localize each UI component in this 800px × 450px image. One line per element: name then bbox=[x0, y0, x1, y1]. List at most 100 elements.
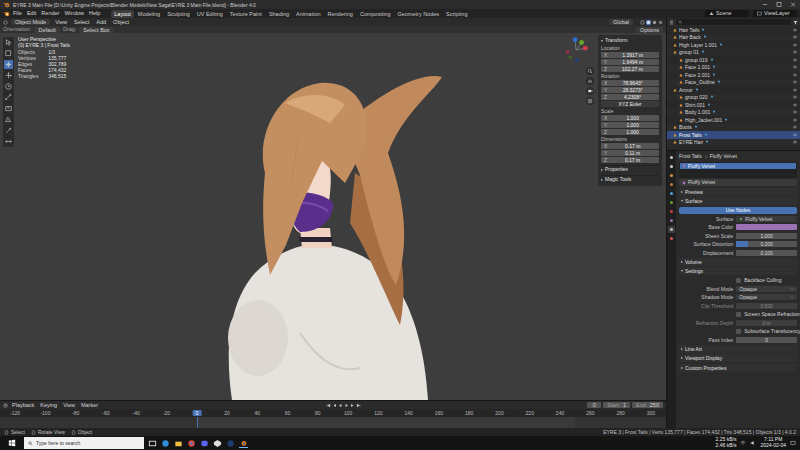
panel-header[interactable]: Viewport Display bbox=[679, 354, 797, 362]
number-field[interactable]: X 0.17 m bbox=[601, 143, 659, 149]
options-dropdown[interactable]: Options bbox=[636, 27, 663, 33]
timeline-menu[interactable]: Playback bbox=[10, 402, 36, 409]
material-shading-icon[interactable] bbox=[652, 20, 657, 25]
number-field[interactable]: Z 102.27 m bbox=[601, 66, 659, 72]
outliner-row[interactable]: Armor bbox=[667, 86, 800, 94]
visibility-eye-icon[interactable] bbox=[793, 73, 797, 77]
zoom-icon[interactable] bbox=[586, 67, 594, 75]
outliner-row[interactable]: group 020 bbox=[667, 94, 800, 102]
tool-icon[interactable] bbox=[4, 93, 13, 102]
tool-icon[interactable] bbox=[4, 137, 13, 146]
breadcrumb-item[interactable]: Fluffy Velvet bbox=[710, 153, 737, 160]
number-field[interactable]: X 1.3917 m bbox=[601, 52, 659, 58]
playhead[interactable]: 0 bbox=[192, 410, 201, 416]
workspace-tab[interactable]: Rendering bbox=[325, 10, 356, 18]
workspace-tab[interactable]: Animation bbox=[293, 10, 323, 18]
drag-dropdown[interactable]: Select Box bbox=[79, 27, 113, 33]
viewport-menu[interactable]: Select bbox=[72, 19, 91, 26]
menu-item[interactable]: Window bbox=[62, 10, 86, 17]
properties-tab-icon[interactable] bbox=[668, 172, 675, 179]
clock-icon[interactable] bbox=[3, 403, 8, 408]
number-field[interactable]: 0 bbox=[736, 337, 797, 343]
properties-tab-icon[interactable] bbox=[668, 154, 675, 161]
timeline-menu[interactable]: Marker bbox=[79, 402, 100, 409]
panel-header[interactable]: Custom Properties bbox=[679, 364, 797, 372]
workspace-tab[interactable]: Shading bbox=[266, 10, 292, 18]
properties-tab-icon[interactable] bbox=[668, 163, 675, 170]
visibility-eye-icon[interactable] bbox=[793, 58, 797, 62]
checkbox[interactable] bbox=[736, 278, 741, 283]
workspace-tab[interactable]: Layout bbox=[111, 10, 134, 18]
panel-header[interactable]: Magic Tools bbox=[601, 175, 659, 183]
tool-icon[interactable] bbox=[4, 115, 13, 124]
tool-icon[interactable] bbox=[4, 49, 13, 58]
material-datablock-field[interactable]: Fluffy Velvet bbox=[679, 179, 797, 186]
menu-item[interactable]: File bbox=[11, 10, 24, 17]
workspace-tab[interactable]: Modeling bbox=[135, 10, 163, 18]
menu-item[interactable]: Render bbox=[39, 10, 61, 17]
number-field[interactable]: Y 1.000 bbox=[601, 122, 659, 128]
outliner-row[interactable]: Hair Tails bbox=[667, 26, 800, 34]
viewport-menu[interactable]: Object bbox=[111, 19, 131, 26]
visibility-eye-icon[interactable] bbox=[793, 50, 797, 54]
color-field[interactable] bbox=[736, 224, 797, 230]
editor-type-icon[interactable] bbox=[3, 20, 8, 25]
number-field[interactable]: X 1.000 bbox=[601, 115, 659, 121]
jump-end-icon[interactable] bbox=[356, 403, 361, 408]
visibility-eye-icon[interactable] bbox=[793, 65, 797, 69]
outliner-row[interactable]: High_Jacket.001 bbox=[667, 116, 800, 124]
next-key-icon[interactable] bbox=[350, 403, 355, 408]
checkbox-row[interactable]: Backface Culling bbox=[679, 277, 797, 284]
grid-icon[interactable] bbox=[586, 97, 594, 105]
visibility-eye-icon[interactable] bbox=[793, 125, 797, 129]
filter-icon[interactable] bbox=[793, 20, 798, 25]
prev-key-icon[interactable] bbox=[332, 403, 337, 408]
solid-shading-icon[interactable] bbox=[646, 20, 651, 25]
visibility-eye-icon[interactable] bbox=[793, 110, 797, 114]
current-frame-field[interactable]: 0 bbox=[587, 402, 601, 408]
outliner-row[interactable]: Face_Outline bbox=[667, 79, 800, 87]
view-layer-selector[interactable]: ViewLayer bbox=[753, 10, 797, 17]
play-reverse-icon[interactable] bbox=[338, 403, 343, 408]
rendered-shading-icon[interactable] bbox=[658, 20, 663, 25]
navigation-gizmo-icon[interactable] bbox=[562, 36, 590, 64]
checkbox[interactable] bbox=[736, 312, 741, 317]
outliner-row[interactable]: Hair Back bbox=[667, 34, 800, 42]
properties-tab-icon[interactable] bbox=[668, 208, 675, 215]
link-field[interactable]: Fluffy Velvet bbox=[736, 216, 797, 222]
viewport-menu[interactable]: View bbox=[53, 19, 69, 26]
tool-icon[interactable] bbox=[4, 71, 13, 80]
tool-icon[interactable] bbox=[4, 38, 13, 47]
outliner-row[interactable]: group 019 bbox=[667, 56, 800, 64]
3d-viewport[interactable]: User Perspective(0) EYRE 3 | Frost Tails… bbox=[0, 33, 666, 400]
workspace-tab[interactable]: Geometry Nodes bbox=[395, 10, 443, 18]
task-view-icon[interactable] bbox=[148, 439, 157, 448]
keyframe-track[interactable] bbox=[0, 417, 666, 428]
breadcrumb-item[interactable]: Frost Tails bbox=[679, 153, 702, 160]
number-field[interactable]: X 78.9643° bbox=[601, 80, 659, 86]
visibility-eye-icon[interactable] bbox=[793, 103, 797, 107]
number-field[interactable]: Y 0.11 m bbox=[601, 150, 659, 156]
outliner-row[interactable]: Face 1.001 bbox=[667, 64, 800, 72]
panel-header[interactable]: Surface bbox=[679, 197, 797, 205]
outliner-row[interactable]: group 01 bbox=[667, 49, 800, 57]
properties-tab-icon[interactable] bbox=[668, 226, 675, 233]
taskbar-search-field[interactable]: Type here to search bbox=[24, 437, 144, 449]
outliner-row[interactable]: Shirt.001 bbox=[667, 101, 800, 109]
wireframe-shading-icon[interactable] bbox=[640, 20, 645, 25]
menu-item[interactable]: Edit bbox=[25, 10, 38, 17]
minimize-icon[interactable] bbox=[758, 0, 772, 9]
number-field[interactable]: Y 28.3273° bbox=[601, 87, 659, 93]
workspace-tab[interactable]: Texture Paint bbox=[227, 10, 265, 18]
number-field[interactable]: Z 4.2308° bbox=[601, 94, 659, 100]
workspace-tab[interactable]: Sculpting bbox=[164, 10, 193, 18]
outliner-row[interactable]: Boots bbox=[667, 124, 800, 132]
end-frame-field[interactable]: End250 bbox=[632, 402, 663, 408]
number-field[interactable]: Z 1.000 bbox=[601, 129, 659, 135]
visibility-eye-icon[interactable] bbox=[793, 28, 797, 32]
tool-icon[interactable] bbox=[4, 126, 13, 135]
play-icon[interactable] bbox=[344, 403, 349, 408]
tool-icon[interactable] bbox=[4, 82, 13, 91]
outliner-row[interactable]: EYRE Hair bbox=[667, 139, 800, 147]
panel-header[interactable]: Volume bbox=[679, 258, 797, 266]
